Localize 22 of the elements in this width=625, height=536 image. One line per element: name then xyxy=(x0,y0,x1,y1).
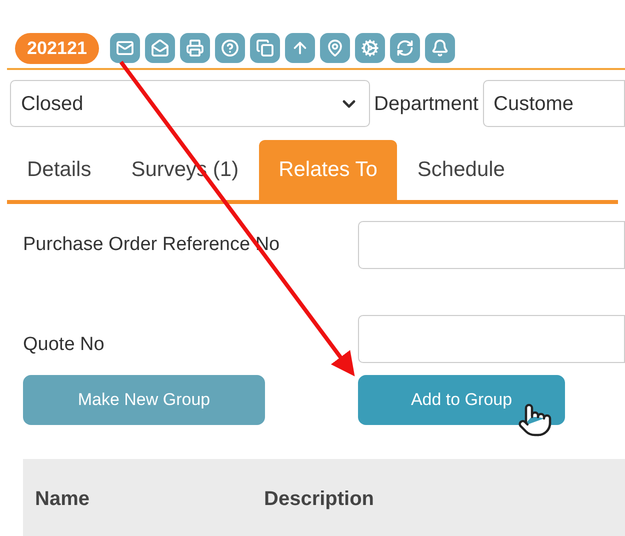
bell-icon[interactable] xyxy=(425,33,456,63)
tab[interactable]: Details xyxy=(7,140,112,200)
settings-icon[interactable] xyxy=(355,33,386,63)
refresh-icon[interactable] xyxy=(390,33,420,63)
copy-icon[interactable] xyxy=(250,33,280,63)
mail-icon[interactable] xyxy=(110,33,140,63)
text-field[interactable] xyxy=(358,315,625,363)
department-select[interactable]: Custome xyxy=(482,80,625,127)
column-header: Description xyxy=(264,487,374,512)
help-icon[interactable] xyxy=(215,33,246,63)
record-number-badge: 202121 xyxy=(15,32,100,64)
text-field[interactable] xyxy=(358,221,625,269)
tab[interactable]: Schedule xyxy=(397,140,525,200)
print-icon[interactable] xyxy=(180,33,210,63)
map-pin-icon[interactable] xyxy=(320,33,350,63)
status-select[interactable]: Closed xyxy=(10,80,370,127)
open-mail-icon[interactable] xyxy=(145,33,176,63)
arrow-up-icon[interactable] xyxy=(285,33,316,63)
department-label: Department xyxy=(374,92,478,116)
column-header: Name xyxy=(34,487,90,512)
field-label: Quote No xyxy=(23,332,106,356)
hand-cursor-icon xyxy=(517,402,553,438)
